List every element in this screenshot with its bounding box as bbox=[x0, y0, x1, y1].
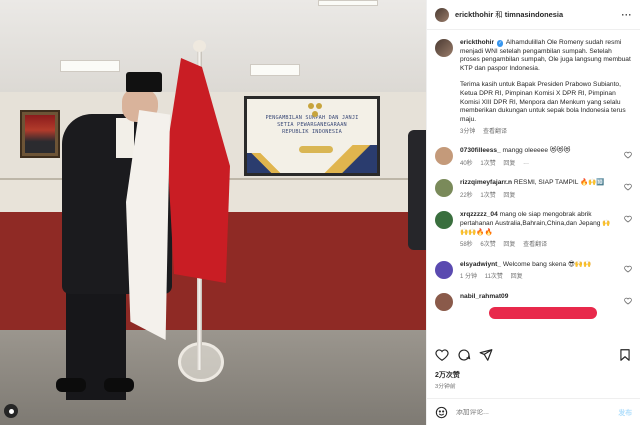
comment-item: rizzqimeyfajarr.n RESMI, SIAP TAMPIL 🔥🙌🔟… bbox=[435, 179, 632, 200]
posted-time: 3分钟前 bbox=[435, 384, 456, 390]
avatar[interactable] bbox=[435, 179, 453, 198]
reply-link[interactable]: 回复 bbox=[503, 193, 515, 199]
screen-text-3: REPUBLIK INDONESIA bbox=[282, 129, 342, 135]
comment-username[interactable]: xrqzzzzz_04 bbox=[460, 211, 498, 218]
comment-input[interactable] bbox=[456, 408, 619, 416]
more-icon[interactable]: ··· bbox=[618, 10, 632, 20]
comment-text: mangg oleeeee bbox=[502, 146, 549, 154]
comment-list: 0730filleess_ mangg oleeeee 😻😻😻 40秒 1次赞 … bbox=[435, 146, 632, 314]
caption-username[interactable]: erickthohir bbox=[460, 39, 494, 46]
comment-username[interactable]: elsyadwiynt_ bbox=[460, 261, 501, 268]
heart-icon[interactable] bbox=[624, 297, 632, 305]
comment-emoji: 🔥🙌🔟 bbox=[579, 179, 605, 187]
peci-hat bbox=[126, 72, 162, 92]
ceiling-light bbox=[250, 64, 300, 76]
avatar[interactable] bbox=[435, 260, 453, 279]
post-header: erickthohir 和 timnasindonesia ··· bbox=[427, 0, 640, 30]
comment-username[interactable]: rizzqimeyfajarr.n bbox=[460, 179, 512, 186]
caption-time: 3分钟 bbox=[460, 129, 476, 136]
tagged-users-icon[interactable] bbox=[4, 404, 18, 418]
comment-likes[interactable]: 1次赞 bbox=[480, 193, 495, 199]
account-avatar[interactable] bbox=[435, 7, 449, 22]
collab-link[interactable]: timnasindonesia bbox=[505, 10, 563, 19]
heart-icon[interactable] bbox=[624, 265, 632, 273]
post-comment-button[interactable]: 发布 bbox=[618, 407, 632, 417]
reply-link[interactable]: 回复 bbox=[503, 242, 515, 248]
comment-time: 58秒 bbox=[460, 242, 473, 249]
bystander bbox=[408, 130, 426, 250]
comment-meta: 40秒 1次赞 回复 ··· bbox=[460, 160, 618, 169]
heart-icon[interactable] bbox=[624, 183, 632, 191]
avatar[interactable] bbox=[435, 292, 453, 311]
heart-icon[interactable] bbox=[435, 348, 449, 362]
follow-banner[interactable] bbox=[489, 307, 597, 319]
comment-time: 40秒 bbox=[460, 160, 473, 167]
comments-scroll[interactable]: erickthohir ✓ Alhamdulillah Ole Romeny s… bbox=[427, 31, 640, 342]
comment-text: Welcome bang skena bbox=[502, 260, 567, 268]
screen-text-2: SETIA PEWARGANEGARAAN bbox=[277, 122, 347, 128]
translate-link[interactable]: 查看翻译 bbox=[483, 129, 507, 135]
reply-link[interactable]: 回复 bbox=[511, 274, 523, 280]
post-photo[interactable]: PENGAMBILAN SUMPAH DAN JANJI SETIA PEWAR… bbox=[0, 0, 426, 425]
comment-meta: 1 分钟 11次赞 回复 bbox=[460, 273, 618, 282]
comment-time: 22秒 bbox=[460, 192, 473, 199]
heart-icon[interactable] bbox=[624, 151, 632, 159]
comment-text: RESMI, SIAP TAMPIL bbox=[513, 179, 579, 187]
comment-username[interactable]: nabil_rahmat09 bbox=[460, 293, 508, 300]
comment-likes[interactable]: 11次赞 bbox=[485, 274, 503, 280]
comment-icon[interactable] bbox=[457, 348, 471, 362]
author-separator: 和 bbox=[495, 10, 503, 19]
reply-link[interactable]: 回复 bbox=[503, 161, 515, 167]
author-link[interactable]: erickthohir bbox=[455, 10, 493, 19]
heart-icon[interactable] bbox=[624, 215, 632, 223]
comment-item: elsyadwiynt_ Welcome bang skena 😎🙌🙌 1 分钟… bbox=[435, 260, 632, 282]
emoji-icon[interactable] bbox=[435, 406, 448, 419]
comment-meta: 22秒 1次赞 回复 bbox=[460, 192, 618, 201]
caption-meta: 3分钟 查看翻译 bbox=[460, 128, 632, 137]
comment-composer: 发布 bbox=[427, 398, 640, 425]
ceiling-light bbox=[318, 0, 378, 6]
comment-extra[interactable]: 查看翻译 bbox=[523, 242, 547, 248]
verified-icon: ✓ bbox=[496, 40, 504, 47]
comment-likes[interactable]: 1次赞 bbox=[480, 161, 495, 167]
screen-decoration bbox=[247, 153, 287, 173]
post-side-panel: erickthohir 和 timnasindonesia ··· erickt… bbox=[426, 0, 640, 425]
avatar[interactable] bbox=[435, 39, 453, 57]
comment-extra[interactable]: ··· bbox=[523, 161, 529, 167]
comment-likes[interactable]: 6次赞 bbox=[480, 242, 495, 248]
comment-time: 1 分钟 bbox=[460, 274, 478, 281]
comment-emoji: 😎🙌🙌 bbox=[568, 260, 592, 268]
caption-text-2: Terima kasih untuk Bapak Presiden Prabow… bbox=[460, 81, 626, 123]
post-authors: erickthohir 和 timnasindonesia bbox=[455, 9, 618, 20]
president-portrait bbox=[20, 110, 60, 158]
emblem-icons bbox=[305, 103, 325, 117]
comment-emoji: 😻😻😻 bbox=[549, 146, 571, 154]
comment-username[interactable]: 0730filleess_ bbox=[460, 147, 501, 154]
caption: erickthohir ✓ Alhamdulillah Ole Romeny s… bbox=[435, 39, 632, 137]
screen-decoration bbox=[317, 145, 377, 173]
comment-item: 0730filleess_ mangg oleeeee 😻😻😻 40秒 1次赞 … bbox=[435, 146, 632, 169]
share-icon[interactable] bbox=[479, 348, 493, 362]
avatar[interactable] bbox=[435, 211, 453, 230]
projection-screen: PENGAMBILAN SUMPAH DAN JANJI SETIA PEWAR… bbox=[244, 96, 380, 176]
action-bar bbox=[427, 344, 640, 366]
comment-meta: 58秒 6次赞 回复 查看翻译 bbox=[460, 241, 618, 250]
flag-finial bbox=[193, 40, 206, 52]
likes-count[interactable]: 2万次赞 bbox=[435, 370, 460, 380]
bookmark-icon[interactable] bbox=[618, 348, 632, 362]
avatar[interactable] bbox=[435, 146, 453, 165]
comment-item: xrqzzzzz_04 mang ole siap mengobrak abri… bbox=[435, 211, 632, 249]
